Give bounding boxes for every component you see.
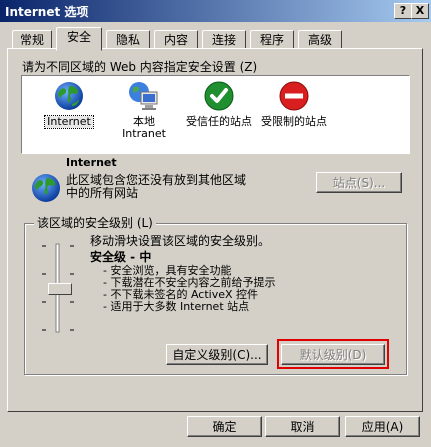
zone-restricted-sites[interactable]: 受限制的站点: [259, 80, 329, 128]
zone-trusted-sites[interactable]: 受信任的站点: [184, 80, 254, 128]
zone-internet[interactable]: Internet: [34, 80, 104, 129]
ok-button[interactable]: 确定: [187, 416, 262, 437]
tab-connections[interactable]: 连接: [202, 30, 246, 49]
zone-label: 受信任的站点: [186, 115, 252, 128]
cancel-button[interactable]: 取消: [265, 416, 340, 437]
sites-button[interactable]: 站点(S)...: [316, 172, 402, 193]
red-restricted-icon: [279, 81, 309, 111]
slider-thumb[interactable]: [48, 283, 72, 295]
selected-zone-name: Internet: [66, 156, 117, 169]
level-bullet: - 适用于大多数 Internet 站点: [103, 300, 250, 313]
zone-prompt: 请为不同区域的 Web 内容指定安全设置 (Z): [22, 60, 258, 74]
zone-local-intranet[interactable]: 本地 Intranet: [109, 80, 179, 140]
tab-programs[interactable]: 程序: [250, 30, 294, 49]
selected-zone-icon: [30, 172, 62, 207]
tab-general[interactable]: 常规: [12, 30, 52, 49]
zone-list[interactable]: Internet 本地 Intranet 受信任的站点 受限制的站点: [21, 75, 410, 154]
globe-icon: [32, 174, 60, 202]
tab-privacy[interactable]: 隐私: [106, 30, 150, 49]
tab-content[interactable]: 内容: [154, 30, 198, 49]
slider-instruction: 移动滑块设置该区域的安全级别。: [90, 234, 271, 248]
security-level-group-title: 该区域的安全级别 (L): [34, 214, 156, 231]
custom-level-button[interactable]: 自定义级别(C)...: [166, 344, 268, 365]
apply-button[interactable]: 应用(A): [345, 416, 420, 437]
tab-security[interactable]: 安全: [56, 27, 102, 51]
zone-label: Internet: [44, 115, 94, 129]
zone-label: 本地 Intranet: [122, 115, 166, 140]
selected-zone-description-2: 中的所有网站: [66, 186, 139, 200]
window-title: Internet 选项: [5, 5, 89, 19]
green-check-icon: [204, 81, 234, 111]
globe-icon: [55, 82, 83, 110]
help-button[interactable]: ?: [394, 3, 412, 19]
highlight-box: [277, 339, 389, 369]
tab-advanced[interactable]: 高级: [298, 30, 342, 49]
close-button[interactable]: X: [411, 3, 429, 19]
network-computer-icon: [129, 82, 158, 110]
zone-label: 受限制的站点: [261, 115, 327, 128]
